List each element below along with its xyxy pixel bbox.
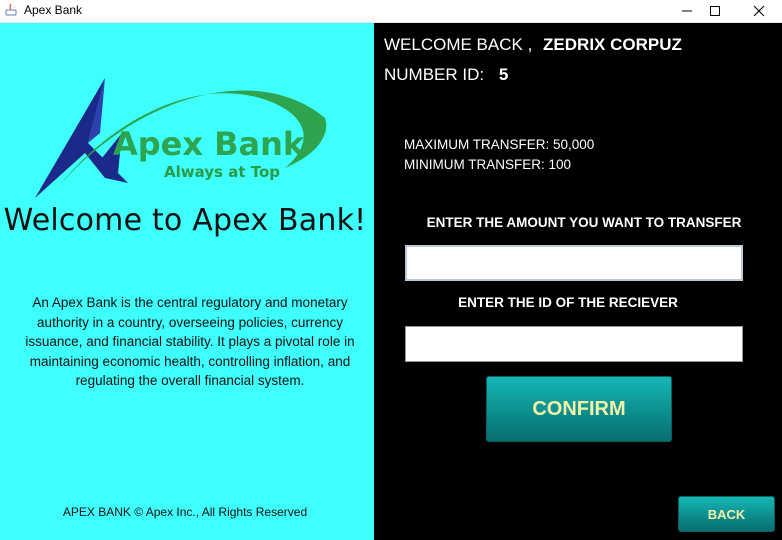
receiver-id-input[interactable]: [406, 327, 742, 361]
maximize-icon: [710, 6, 720, 16]
close-icon: [753, 5, 765, 17]
logo-brand-text: Apex Bank: [113, 125, 305, 163]
maximize-button[interactable]: [692, 0, 738, 22]
java-app-icon: [5, 3, 17, 16]
copyright-footer: APEX BANK © Apex Inc., All Rights Reserv…: [62, 505, 308, 519]
number-id-label: NUMBER ID:: [384, 65, 485, 84]
window-title-bar[interactable]: Apex Bank: [0, 0, 782, 23]
receiver-field-container: [405, 326, 743, 362]
back-button[interactable]: BACK: [678, 496, 775, 532]
welcome-back-label: WELCOME BACK ,: [384, 35, 533, 54]
amount-input[interactable]: [407, 247, 741, 279]
logo-tagline-text: Always at Top: [164, 163, 280, 181]
welcome-heading: Welcome to Apex Bank!: [3, 203, 367, 238]
number-id-line: NUMBER ID: 5: [384, 65, 508, 85]
min-transfer-text: MINIMUM TRANSFER: 100: [404, 157, 572, 172]
info-panel: Apex Bank Always at Top Welcome to Apex …: [0, 23, 374, 540]
confirm-button[interactable]: CONFIRM: [486, 376, 672, 442]
welcome-back-line: WELCOME BACK , ZEDRIX CORPUZ: [384, 35, 682, 55]
bank-description: An Apex Bank is the central regulatory a…: [25, 295, 355, 388]
amount-field-container: [405, 245, 743, 281]
user-name: ZEDRIX CORPUZ: [543, 35, 682, 54]
receiver-prompt: ENTER THE ID OF THE RECIEVER: [458, 295, 678, 310]
window-title: Apex Bank: [24, 3, 83, 17]
close-button[interactable]: [736, 0, 782, 22]
max-transfer-text: MAXIMUM TRANSFER: 50,000: [404, 137, 595, 152]
apex-bank-logo: Apex Bank Always at Top: [35, 78, 327, 198]
number-id-value: 5: [498, 65, 509, 84]
transfer-limits: MAXIMUM TRANSFER: 50,000 MINIMUM TRANSFE…: [404, 135, 594, 175]
amount-prompt: ENTER THE AMOUNT YOU WANT TO TRANSFER: [426, 215, 742, 230]
transfer-panel: WELCOME BACK , ZEDRIX CORPUZ NUMBER ID: …: [374, 23, 782, 540]
